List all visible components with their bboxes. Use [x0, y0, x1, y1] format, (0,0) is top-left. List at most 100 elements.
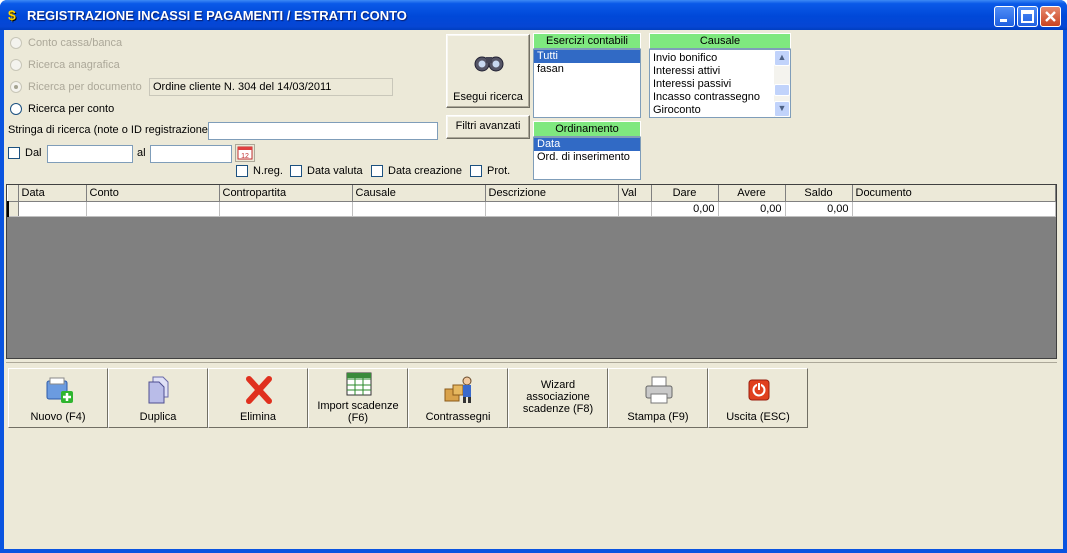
- column-header[interactable]: Contropartita: [219, 185, 353, 202]
- scroll-thumb[interactable]: [774, 84, 790, 96]
- data-valuta-checkbox[interactable]: [290, 165, 302, 178]
- results-table: Data Conto Contropartita Causale Descriz…: [7, 185, 1056, 217]
- calendar-icon: 12: [237, 146, 253, 160]
- table-cell[interactable]: [352, 201, 486, 217]
- svg-text:12: 12: [241, 153, 249, 160]
- list-item[interactable]: fasan: [534, 63, 640, 76]
- printer-icon: [645, 376, 673, 404]
- causale-list[interactable]: Invio bonifico Interessi attivi Interess…: [649, 49, 791, 118]
- radio-conto-cassa[interactable]: Conto cassa/banca: [10, 35, 122, 51]
- table-cell[interactable]: [618, 201, 652, 217]
- radio-documento[interactable]: Ricerca per documento: [10, 79, 142, 95]
- table-cell[interactable]: [219, 201, 353, 217]
- row-indicator[interactable]: [7, 201, 19, 217]
- table-cell[interactable]: 0,00: [785, 201, 853, 217]
- esercizi-list[interactable]: Tutti fasan: [533, 49, 641, 118]
- dal-checkbox-row[interactable]: Dal: [8, 147, 42, 160]
- duplica-button[interactable]: Duplica: [108, 368, 208, 428]
- calendar-button[interactable]: 12: [235, 144, 255, 162]
- ordinamento-header: Ordinamento: [533, 121, 641, 137]
- row-indicator-header: [8, 185, 19, 202]
- table-cell[interactable]: [485, 201, 619, 217]
- delete-x-icon: [246, 376, 272, 404]
- column-header[interactable]: Causale: [352, 185, 486, 202]
- client-area: Conto cassa/banca Ricerca anagrafica Ric…: [4, 30, 1063, 549]
- esegui-ricerca-button[interactable]: Esegui ricerca: [446, 34, 530, 108]
- power-exit-icon: [748, 379, 770, 401]
- column-header[interactable]: Dare: [651, 185, 719, 202]
- list-item[interactable]: Interessi attivi: [650, 65, 774, 78]
- causale-header: Causale: [649, 33, 791, 49]
- dal-input[interactable]: [47, 145, 133, 163]
- bottom-toolbar: Nuovo (F4) Duplica Elimina Import scaden…: [6, 362, 1057, 428]
- import-scadenze-button[interactable]: Import scadenze (F6): [308, 368, 408, 428]
- contrassegni-button[interactable]: Contrassegni: [408, 368, 508, 428]
- list-item[interactable]: Incasso contrassegno: [650, 91, 774, 104]
- ordinamento-list[interactable]: Data Ord. di inserimento: [533, 137, 641, 180]
- al-label: al: [137, 147, 146, 159]
- dal-checkbox[interactable]: [8, 147, 20, 160]
- list-item[interactable]: Tutti: [534, 50, 640, 63]
- new-document-icon: [46, 377, 73, 403]
- list-item[interactable]: Ord. di inserimento: [534, 151, 640, 164]
- column-header[interactable]: Documento: [852, 185, 1056, 202]
- list-item[interactable]: Invio bonifico: [650, 52, 774, 65]
- scroll-up-arrow-icon[interactable]: ▲: [774, 50, 790, 66]
- nreg-checkbox[interactable]: [236, 165, 248, 178]
- maximize-icon: [1021, 10, 1034, 23]
- radio-circle[interactable]: [10, 59, 22, 71]
- column-header[interactable]: Saldo: [785, 185, 853, 202]
- scroll-down-arrow-icon[interactable]: ▼: [774, 101, 790, 117]
- causale-scrollbar[interactable]: ▲ ▼: [774, 50, 790, 117]
- documento-field[interactable]: Ordine cliente N. 304 del 14/03/2011: [149, 78, 393, 96]
- spreadsheet-icon: [346, 372, 372, 396]
- close-icon: [1045, 11, 1056, 22]
- list-item[interactable]: Data: [534, 138, 640, 151]
- main-window: $ REGISTRAZIONE INCASSI E PAGAMENTI / ES…: [0, 0, 1067, 553]
- list-item[interactable]: Interessi passivi: [650, 78, 774, 91]
- uscita-button[interactable]: Uscita (ESC): [708, 368, 808, 428]
- results-grid[interactable]: Data Conto Contropartita Causale Descriz…: [6, 184, 1057, 359]
- data-creazione-checkbox[interactable]: [371, 165, 383, 178]
- table-cell[interactable]: [18, 201, 87, 217]
- minimize-icon: [1000, 19, 1007, 22]
- radio-circle[interactable]: [10, 37, 22, 49]
- data-creazione-checkbox-row[interactable]: Data creazione: [371, 165, 462, 178]
- column-header[interactable]: Val: [618, 185, 652, 202]
- elimina-button[interactable]: Elimina: [208, 368, 308, 428]
- prot-checkbox-row[interactable]: Prot.: [470, 165, 510, 178]
- filtri-avanzati-button[interactable]: Filtri avanzati: [446, 115, 530, 139]
- table-cell[interactable]: 0,00: [718, 201, 786, 217]
- al-input[interactable]: [150, 145, 232, 163]
- nreg-checkbox-row[interactable]: N.reg.: [236, 165, 283, 178]
- minimize-button[interactable]: [994, 6, 1015, 27]
- stampa-button[interactable]: Stampa (F9): [608, 368, 708, 428]
- stringa-label: Stringa di ricerca (note o ID registrazi…: [8, 124, 212, 136]
- radio-circle[interactable]: [10, 103, 22, 115]
- table-cell[interactable]: 0,00: [651, 201, 719, 217]
- column-header[interactable]: Conto: [86, 185, 220, 202]
- title-bar[interactable]: $ REGISTRAZIONE INCASSI E PAGAMENTI / ES…: [0, 0, 1067, 30]
- table-cell[interactable]: [86, 201, 220, 217]
- column-header[interactable]: Data: [18, 185, 87, 202]
- maximize-button[interactable]: [1017, 6, 1038, 27]
- stringa-input[interactable]: [208, 122, 438, 140]
- column-header[interactable]: Avere: [718, 185, 786, 202]
- courier-package-icon: [444, 376, 472, 403]
- nuovo-button[interactable]: Nuovo (F4): [8, 368, 108, 428]
- grid-header-row: Data Conto Contropartita Causale Descriz…: [8, 185, 1056, 202]
- table-cell[interactable]: [852, 201, 1056, 217]
- list-item[interactable]: Giroconto: [650, 104, 774, 117]
- radio-circle[interactable]: [10, 81, 22, 93]
- esercizi-header: Esercizi contabili: [533, 33, 641, 49]
- app-icon: $: [8, 7, 16, 23]
- binoculars-icon: [474, 56, 504, 72]
- close-button[interactable]: [1040, 6, 1061, 27]
- table-row[interactable]: 0,00 0,00 0,00: [7, 201, 1056, 217]
- radio-anagrafica[interactable]: Ricerca anagrafica: [10, 57, 120, 73]
- data-valuta-checkbox-row[interactable]: Data valuta: [290, 165, 363, 178]
- column-header[interactable]: Descrizione: [485, 185, 619, 202]
- radio-conto[interactable]: Ricerca per conto: [10, 101, 114, 117]
- prot-checkbox[interactable]: [470, 165, 482, 178]
- wizard-button[interactable]: Wizard associazione scadenze (F8): [508, 368, 608, 428]
